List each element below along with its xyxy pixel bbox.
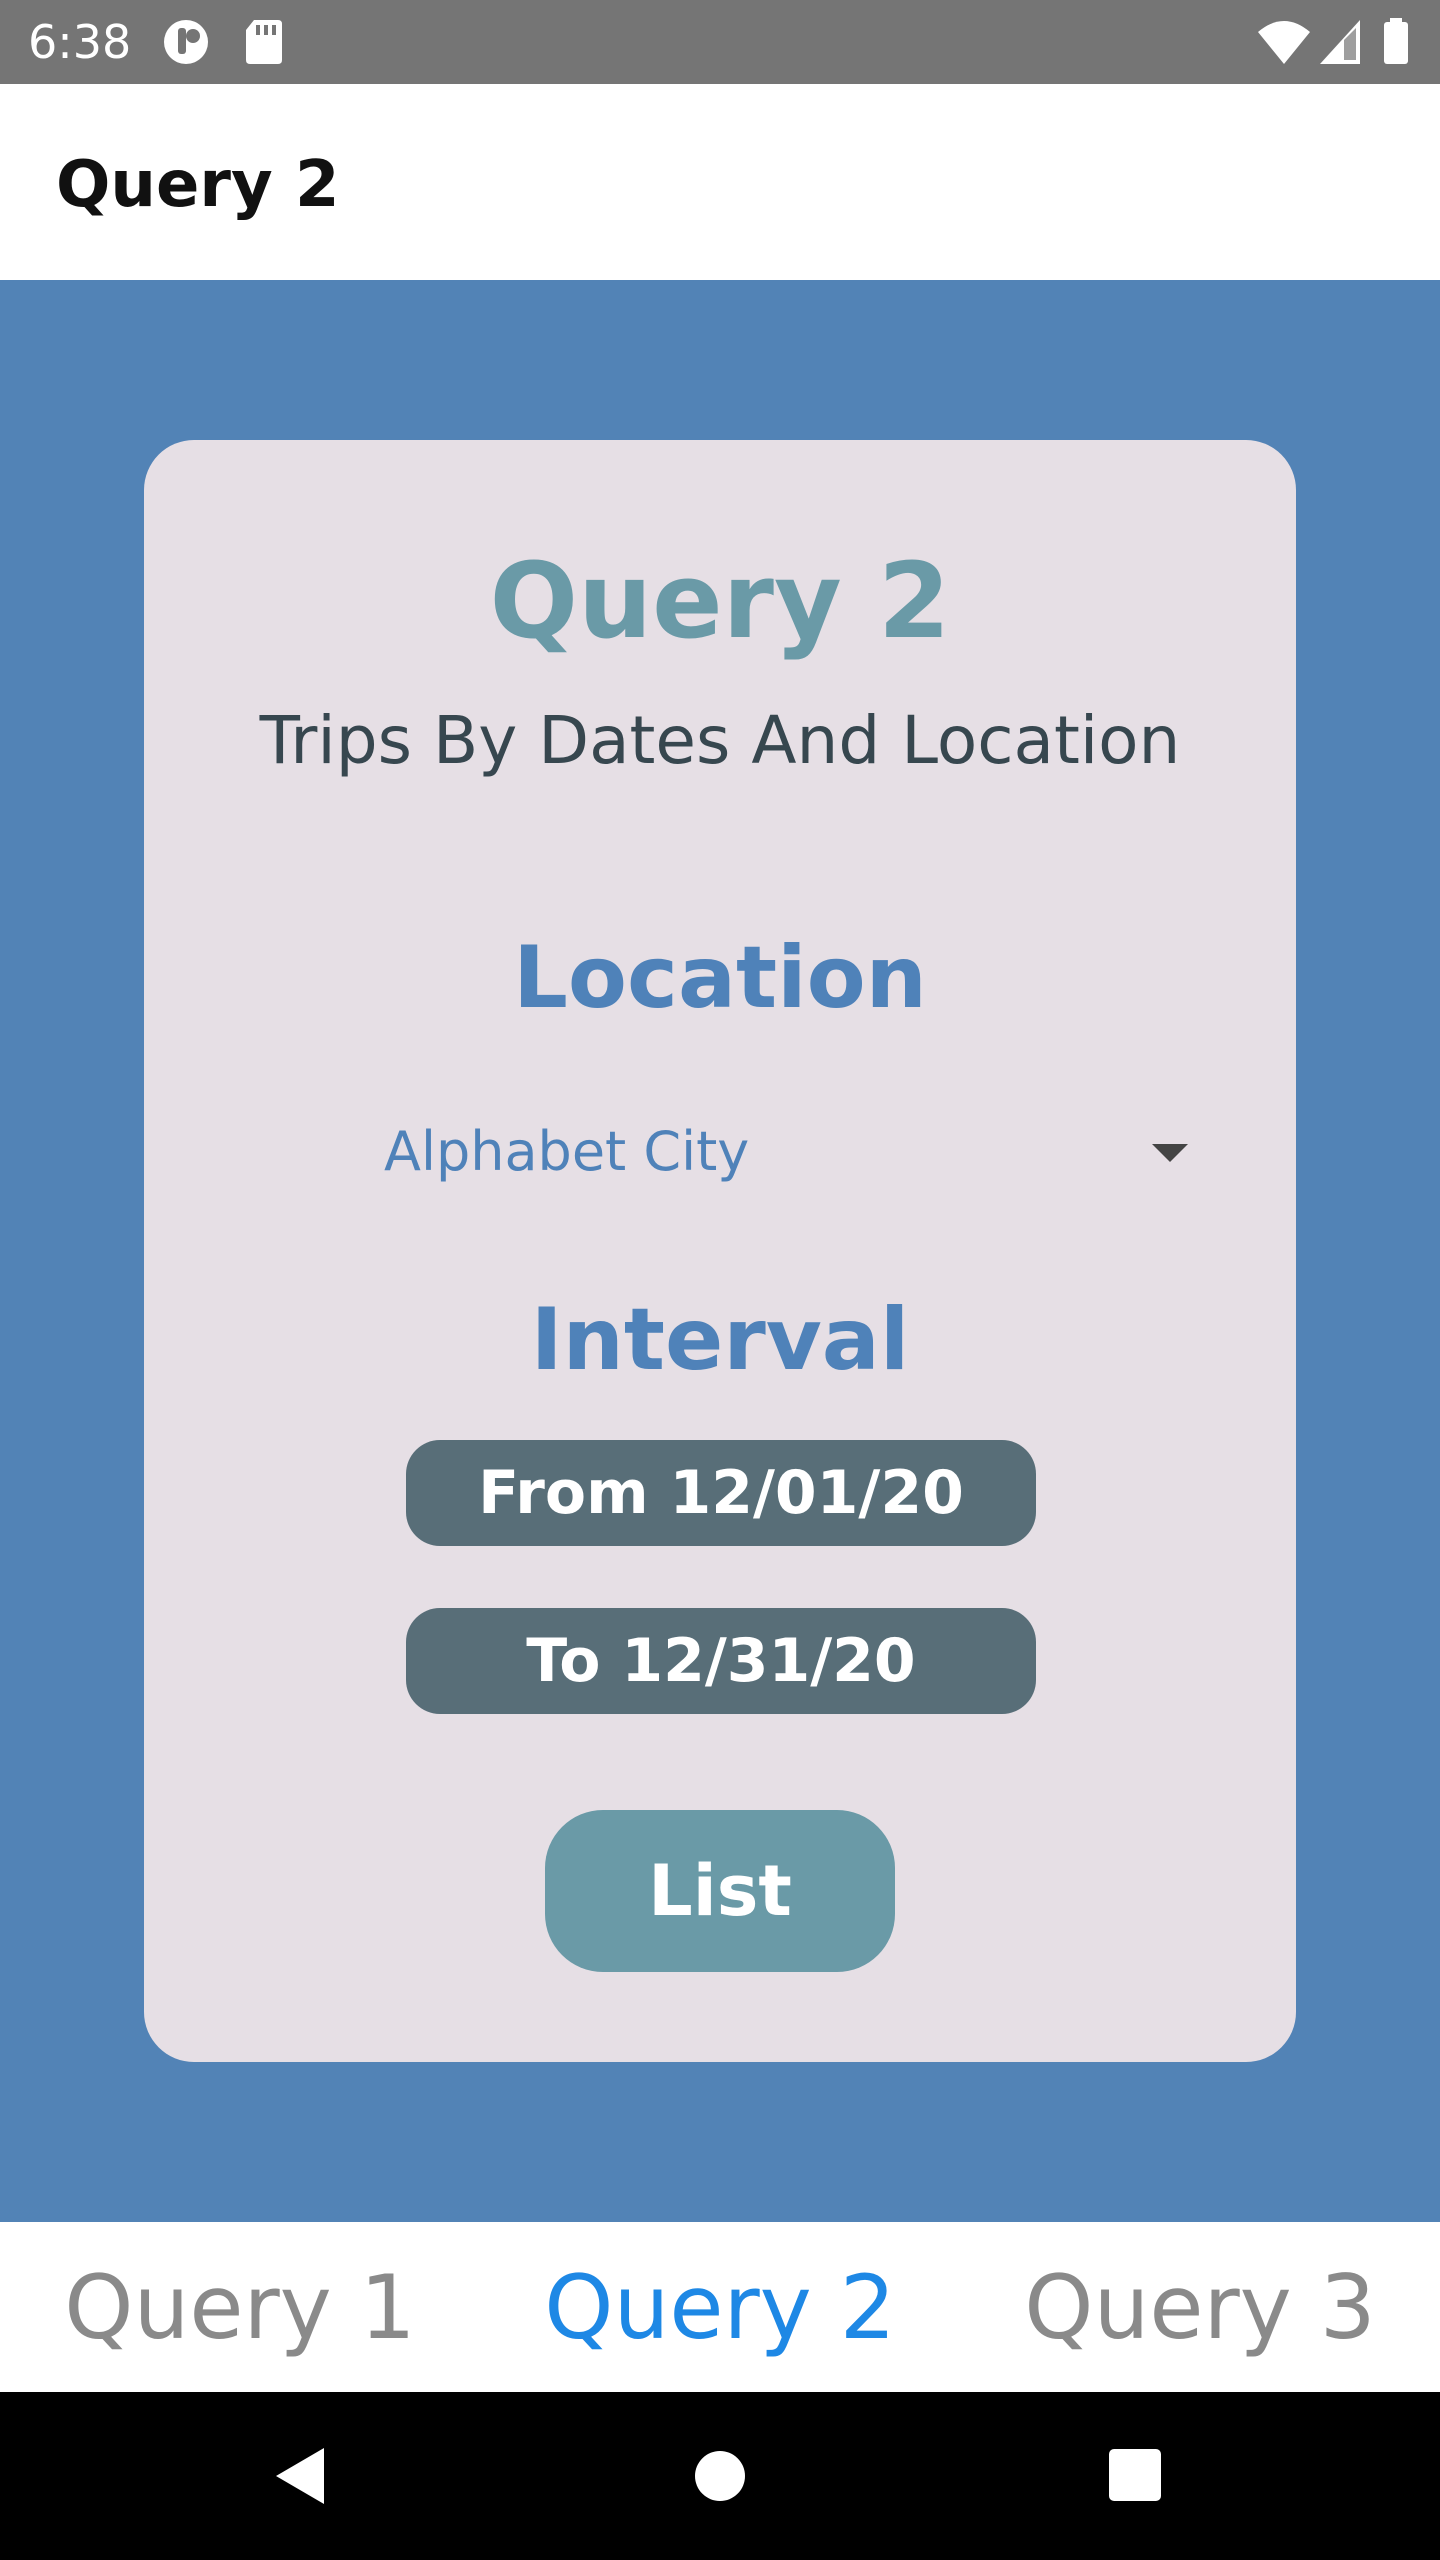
to-date-button[interactable]: To 12/31/20 — [406, 1608, 1036, 1714]
tab-label: Query 2 — [544, 2255, 896, 2359]
app-bar: Query 2 — [0, 84, 1440, 280]
from-date-label: From 12/01/20 — [478, 1458, 964, 1528]
sd-card-icon — [246, 20, 282, 64]
location-dropdown[interactable]: Alphabet City — [384, 1100, 1204, 1200]
query-card: Query 2 Trips By Dates And Location Loca… — [144, 440, 1296, 2062]
tab-query-3[interactable]: Query 3 — [960, 2222, 1440, 2392]
location-dropdown-value: Alphabet City — [384, 1120, 750, 1183]
location-heading: Location — [513, 928, 927, 1028]
to-date-label: To 12/31/20 — [526, 1626, 916, 1696]
status-time: 6:38 — [28, 15, 132, 69]
card-title: Query 2 — [489, 540, 951, 662]
tab-bar: Query 1 Query 2 Query 3 — [0, 2222, 1440, 2392]
wifi-icon — [1258, 21, 1310, 64]
main-content: Query 2 Trips By Dates And Location Loca… — [0, 280, 1440, 2222]
tab-label: Query 1 — [64, 2255, 416, 2359]
list-button[interactable]: List — [545, 1810, 895, 1972]
notification-icon — [164, 20, 208, 64]
recents-icon[interactable] — [1108, 2448, 1162, 2502]
card-subtitle: Trips By Dates And Location — [259, 702, 1181, 779]
interval-heading: Interval — [530, 1290, 910, 1390]
list-button-label: List — [648, 1850, 792, 1932]
chevron-down-icon — [1152, 1144, 1188, 1162]
cell-signal-icon — [1320, 20, 1360, 64]
tab-query-1[interactable]: Query 1 — [0, 2222, 480, 2392]
app-bar-title: Query 2 — [56, 148, 340, 222]
home-icon[interactable] — [694, 2450, 746, 2502]
system-nav-bar — [0, 2392, 1440, 2560]
battery-icon — [1384, 18, 1408, 64]
back-icon[interactable] — [272, 2444, 328, 2508]
from-date-button[interactable]: From 12/01/20 — [406, 1440, 1036, 1546]
status-bar: 6:38 — [0, 0, 1440, 84]
tab-query-2[interactable]: Query 2 — [480, 2222, 960, 2392]
tab-label: Query 3 — [1024, 2255, 1376, 2359]
